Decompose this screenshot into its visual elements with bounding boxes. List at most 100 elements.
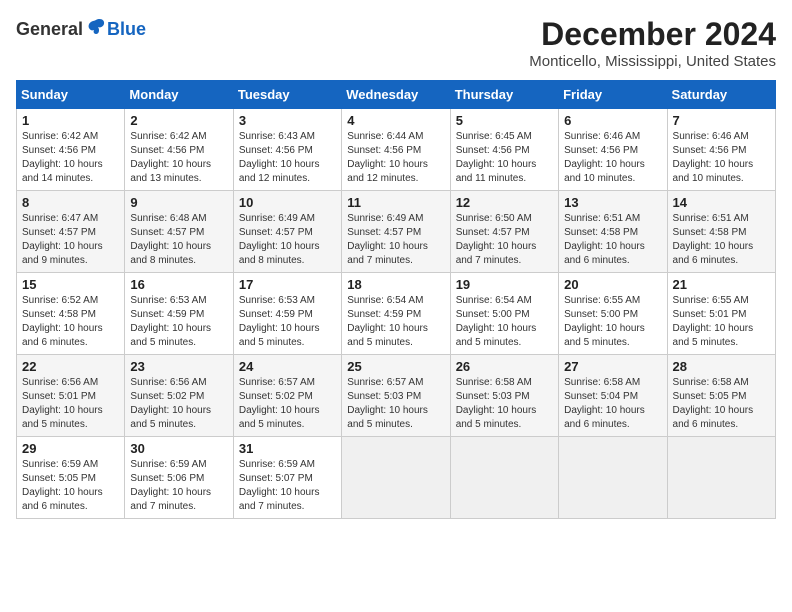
day-number: 10: [239, 195, 336, 210]
day-number: 27: [564, 359, 661, 374]
day-info: Sunrise: 6:42 AMSunset: 4:56 PMDaylight:…: [130, 131, 211, 184]
day-info: Sunrise: 6:59 AMSunset: 5:05 PMDaylight:…: [22, 459, 103, 512]
day-info: Sunrise: 6:59 AMSunset: 5:07 PMDaylight:…: [239, 459, 320, 512]
day-info: Sunrise: 6:50 AMSunset: 4:57 PMDaylight:…: [456, 213, 537, 266]
day-info: Sunrise: 6:58 AMSunset: 5:04 PMDaylight:…: [564, 377, 645, 430]
calendar-cell: 30 Sunrise: 6:59 AMSunset: 5:06 PMDaylig…: [125, 437, 233, 519]
calendar-cell: 26 Sunrise: 6:58 AMSunset: 5:03 PMDaylig…: [450, 355, 558, 437]
day-number: 28: [673, 359, 770, 374]
day-number: 24: [239, 359, 336, 374]
location-subtitle: Monticello, Mississippi, United States: [529, 53, 776, 70]
day-info: Sunrise: 6:57 AMSunset: 5:02 PMDaylight:…: [239, 377, 320, 430]
calendar-cell: 6 Sunrise: 6:46 AMSunset: 4:56 PMDayligh…: [559, 109, 667, 191]
calendar-cell: 18 Sunrise: 6:54 AMSunset: 4:59 PMDaylig…: [342, 273, 450, 355]
day-number: 26: [456, 359, 553, 374]
calendar-cell: 17 Sunrise: 6:53 AMSunset: 4:59 PMDaylig…: [233, 273, 341, 355]
calendar-cell: 15 Sunrise: 6:52 AMSunset: 4:58 PMDaylig…: [17, 273, 125, 355]
day-info: Sunrise: 6:55 AMSunset: 5:00 PMDaylight:…: [564, 295, 645, 348]
day-info: Sunrise: 6:48 AMSunset: 4:57 PMDaylight:…: [130, 213, 211, 266]
col-monday: Monday: [125, 81, 233, 109]
day-info: Sunrise: 6:51 AMSunset: 4:58 PMDaylight:…: [564, 213, 645, 266]
calendar-cell: 1 Sunrise: 6:42 AMSunset: 4:56 PMDayligh…: [17, 109, 125, 191]
day-number: 21: [673, 277, 770, 292]
day-number: 8: [22, 195, 119, 210]
day-info: Sunrise: 6:46 AMSunset: 4:56 PMDaylight:…: [564, 131, 645, 184]
calendar-cell: 5 Sunrise: 6:45 AMSunset: 4:56 PMDayligh…: [450, 109, 558, 191]
day-number: 3: [239, 113, 336, 128]
calendar-cell: 20 Sunrise: 6:55 AMSunset: 5:00 PMDaylig…: [559, 273, 667, 355]
header-row: Sunday Monday Tuesday Wednesday Thursday…: [17, 81, 776, 109]
day-info: Sunrise: 6:49 AMSunset: 4:57 PMDaylight:…: [239, 213, 320, 266]
day-number: 4: [347, 113, 444, 128]
calendar-cell: 2 Sunrise: 6:42 AMSunset: 4:56 PMDayligh…: [125, 109, 233, 191]
day-info: Sunrise: 6:44 AMSunset: 4:56 PMDaylight:…: [347, 131, 428, 184]
day-info: Sunrise: 6:49 AMSunset: 4:57 PMDaylight:…: [347, 213, 428, 266]
day-info: Sunrise: 6:54 AMSunset: 5:00 PMDaylight:…: [456, 295, 537, 348]
calendar-cell: 14 Sunrise: 6:51 AMSunset: 4:58 PMDaylig…: [667, 191, 775, 273]
day-info: Sunrise: 6:51 AMSunset: 4:58 PMDaylight:…: [673, 213, 754, 266]
day-number: 20: [564, 277, 661, 292]
calendar-cell: 23 Sunrise: 6:56 AMSunset: 5:02 PMDaylig…: [125, 355, 233, 437]
day-number: 9: [130, 195, 227, 210]
day-number: 25: [347, 359, 444, 374]
calendar-cell: 22 Sunrise: 6:56 AMSunset: 5:01 PMDaylig…: [17, 355, 125, 437]
col-friday: Friday: [559, 81, 667, 109]
col-tuesday: Tuesday: [233, 81, 341, 109]
calendar-cell: 9 Sunrise: 6:48 AMSunset: 4:57 PMDayligh…: [125, 191, 233, 273]
month-title: December 2024: [529, 16, 776, 53]
day-number: 17: [239, 277, 336, 292]
calendar-cell: 16 Sunrise: 6:53 AMSunset: 4:59 PMDaylig…: [125, 273, 233, 355]
day-number: 15: [22, 277, 119, 292]
day-number: 31: [239, 441, 336, 456]
day-info: Sunrise: 6:56 AMSunset: 5:01 PMDaylight:…: [22, 377, 103, 430]
day-info: Sunrise: 6:53 AMSunset: 4:59 PMDaylight:…: [130, 295, 211, 348]
calendar-cell: 21 Sunrise: 6:55 AMSunset: 5:01 PMDaylig…: [667, 273, 775, 355]
day-number: 12: [456, 195, 553, 210]
day-number: 22: [22, 359, 119, 374]
logo: General Blue: [16, 16, 146, 43]
col-sunday: Sunday: [17, 81, 125, 109]
calendar-cell: 31 Sunrise: 6:59 AMSunset: 5:07 PMDaylig…: [233, 437, 341, 519]
calendar-cell: 3 Sunrise: 6:43 AMSunset: 4:56 PMDayligh…: [233, 109, 341, 191]
calendar-cell: 29 Sunrise: 6:59 AMSunset: 5:05 PMDaylig…: [17, 437, 125, 519]
logo-bird-icon: [85, 16, 107, 43]
calendar-cell: 28 Sunrise: 6:58 AMSunset: 5:05 PMDaylig…: [667, 355, 775, 437]
day-number: 30: [130, 441, 227, 456]
calendar-cell: 27 Sunrise: 6:58 AMSunset: 5:04 PMDaylig…: [559, 355, 667, 437]
day-number: 6: [564, 113, 661, 128]
day-number: 2: [130, 113, 227, 128]
day-info: Sunrise: 6:55 AMSunset: 5:01 PMDaylight:…: [673, 295, 754, 348]
day-info: Sunrise: 6:59 AMSunset: 5:06 PMDaylight:…: [130, 459, 211, 512]
calendar-cell: [559, 437, 667, 519]
calendar-cell: 24 Sunrise: 6:57 AMSunset: 5:02 PMDaylig…: [233, 355, 341, 437]
calendar-cell: 19 Sunrise: 6:54 AMSunset: 5:00 PMDaylig…: [450, 273, 558, 355]
calendar-cell: 12 Sunrise: 6:50 AMSunset: 4:57 PMDaylig…: [450, 191, 558, 273]
day-number: 11: [347, 195, 444, 210]
page-header: General Blue December 2024 Monticello, M…: [16, 16, 776, 70]
day-number: 23: [130, 359, 227, 374]
calendar-table: Sunday Monday Tuesday Wednesday Thursday…: [16, 80, 776, 519]
calendar-cell: 4 Sunrise: 6:44 AMSunset: 4:56 PMDayligh…: [342, 109, 450, 191]
col-saturday: Saturday: [667, 81, 775, 109]
logo-general: General: [16, 19, 83, 40]
day-info: Sunrise: 6:46 AMSunset: 4:56 PMDaylight:…: [673, 131, 754, 184]
day-info: Sunrise: 6:47 AMSunset: 4:57 PMDaylight:…: [22, 213, 103, 266]
col-thursday: Thursday: [450, 81, 558, 109]
day-number: 5: [456, 113, 553, 128]
calendar-cell: 11 Sunrise: 6:49 AMSunset: 4:57 PMDaylig…: [342, 191, 450, 273]
day-info: Sunrise: 6:58 AMSunset: 5:05 PMDaylight:…: [673, 377, 754, 430]
day-info: Sunrise: 6:42 AMSunset: 4:56 PMDaylight:…: [22, 131, 103, 184]
day-number: 19: [456, 277, 553, 292]
day-number: 13: [564, 195, 661, 210]
calendar-cell: 13 Sunrise: 6:51 AMSunset: 4:58 PMDaylig…: [559, 191, 667, 273]
day-info: Sunrise: 6:43 AMSunset: 4:56 PMDaylight:…: [239, 131, 320, 184]
title-block: December 2024 Monticello, Mississippi, U…: [529, 16, 776, 70]
day-number: 14: [673, 195, 770, 210]
day-number: 18: [347, 277, 444, 292]
col-wednesday: Wednesday: [342, 81, 450, 109]
calendar-cell: [450, 437, 558, 519]
calendar-cell: 10 Sunrise: 6:49 AMSunset: 4:57 PMDaylig…: [233, 191, 341, 273]
calendar-cell: [667, 437, 775, 519]
logo-blue: Blue: [107, 19, 146, 40]
day-number: 1: [22, 113, 119, 128]
